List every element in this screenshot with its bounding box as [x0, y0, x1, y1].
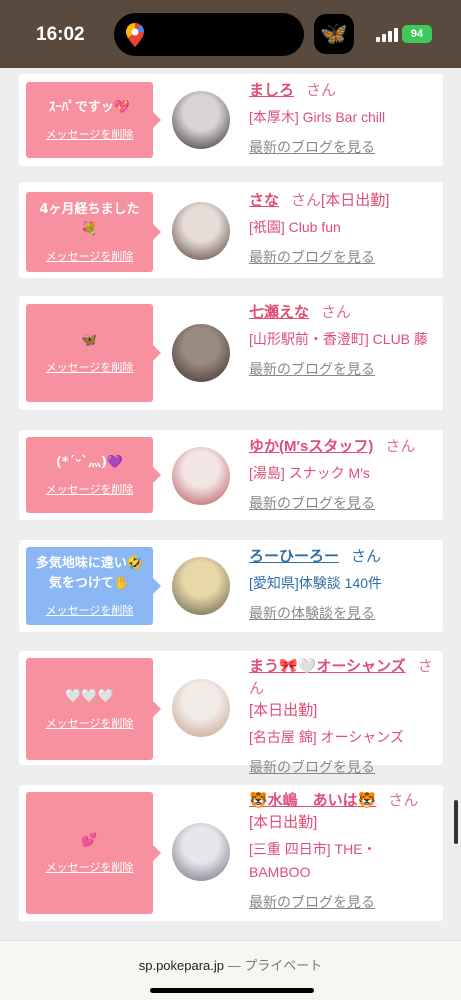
profile-info: さな さん[本日出勤] [祇園] Club fun 最新のブログを見る — [249, 190, 437, 267]
honorific: さん — [351, 548, 382, 565]
url-domain: sp.pokepara.jp — [138, 958, 225, 973]
attendance-badge: [本日出勤] — [249, 814, 318, 831]
profile-info: まう🎀🤍オーシャンズ さん [本日出勤] [名古屋 錦] オーシャンズ 最新のブログを見… — [249, 656, 437, 777]
avatar[interactable] — [172, 202, 230, 260]
profile-name-link[interactable]: ましろ — [249, 82, 294, 99]
avatar[interactable] — [172, 91, 230, 149]
message-card: ｽｰﾊﾟですッ💖 メッセージを削除 ましろ さん [本厚木] Girls Bar chi… — [19, 74, 443, 166]
name-line: 🐯水嶋 あいは🐯 さん [本日出勤] — [249, 790, 437, 834]
message-text: 4ヶ月経ちました💐 — [39, 202, 140, 237]
message-card: 4ヶ月経ちました💐 メッセージを削除 さな さん[本日出勤] [祇園] Club fun… — [19, 182, 443, 278]
profile-info: 七瀬えな さん [山形駅前・香澄町] CLUB 藤最新のブログを見る — [249, 302, 437, 379]
latest-blog-link[interactable]: 最新のブログを見る — [249, 359, 437, 379]
message-bubble: 🦋 メッセージを削除 — [26, 304, 161, 402]
message-bubble: 🤍🤍🤍 メッセージを削除 — [26, 658, 161, 760]
battery-level: 94 — [410, 28, 424, 40]
delete-message-link[interactable]: メッセージを削除 — [46, 248, 134, 264]
shop-link[interactable]: [名古屋 錦] オーシャンズ — [249, 726, 437, 749]
message-card: 💕 メッセージを削除 🐯水嶋 あいは🐯 さん [本日出勤] [三重 四日市] THE・BA… — [19, 785, 443, 921]
shop-link[interactable]: [愛知県]体験談 140件 — [249, 572, 437, 595]
latest-blog-link[interactable]: 最新のブログを見る — [249, 137, 437, 157]
message-bubble: (*ˊᵕˋ灬)💜 メッセージを削除 — [26, 437, 161, 513]
latest-review-link[interactable]: 最新の体験談を見る — [249, 603, 437, 623]
butterfly-app-icon[interactable]: 🦋 — [314, 14, 354, 54]
message-text: ｽｰﾊﾟですッ💖 — [48, 100, 131, 115]
private-label: — プライベート — [227, 958, 323, 973]
status-time: 16:02 — [36, 24, 85, 45]
delete-message-link[interactable]: メッセージを削除 — [46, 481, 134, 497]
message-bubble: 💕 メッセージを削除 — [26, 792, 161, 914]
maps-icon — [126, 23, 144, 47]
message-text: 🦋 — [81, 333, 98, 348]
message-text: 💕 — [81, 833, 98, 848]
shop-link[interactable]: [三重 四日市] THE・BAMBOO — [249, 838, 437, 884]
message-card: (*ˊᵕˋ灬)💜 メッセージを削除 ゆか(M'sスタッフ) さん [湯島] スナック M… — [19, 430, 443, 520]
message-bubble: 4ヶ月経ちました💐 メッセージを削除 — [26, 192, 161, 272]
name-line: ろーひーろー さん — [249, 546, 437, 568]
delete-message-link[interactable]: メッセージを削除 — [46, 359, 134, 375]
message-text: (*ˊᵕˋ灬)💜 — [55, 455, 124, 470]
message-bubble: ｽｰﾊﾟですッ💖 メッセージを削除 — [26, 82, 161, 158]
name-line: ましろ さん — [249, 80, 437, 102]
name-line: さな さん[本日出勤] — [249, 190, 437, 212]
avatar[interactable] — [172, 823, 230, 881]
honorific: さん — [291, 192, 322, 209]
home-indicator[interactable] — [150, 988, 314, 993]
delete-message-link[interactable]: メッセージを削除 — [46, 126, 134, 142]
name-line: 七瀬えな さん — [249, 302, 437, 324]
message-text: 多気地味に遠い🤣気をつけて✋ — [35, 556, 144, 591]
profile-name-link[interactable]: さな — [249, 192, 279, 209]
delete-message-link[interactable]: メッセージを削除 — [46, 859, 134, 875]
status-bar: 16:02 🦋 94 — [0, 0, 461, 68]
delete-message-link[interactable]: メッセージを削除 — [46, 602, 134, 618]
scroll-indicator[interactable] — [454, 800, 458, 844]
profile-name-link[interactable]: 🐯水嶋 あいは🐯 — [249, 792, 376, 809]
shop-link[interactable]: [湯島] スナック M's — [249, 462, 437, 485]
shop-link[interactable]: [山形駅前・香澄町] CLUB 藤 — [249, 328, 437, 351]
avatar[interactable] — [172, 557, 230, 615]
avatar[interactable] — [172, 447, 230, 505]
profile-info: ゆか(M'sスタッフ) さん [湯島] スナック M's 最新のブログを見る — [249, 436, 437, 513]
profile-info: ましろ さん [本厚木] Girls Bar chill 最新のブログを見る — [249, 80, 437, 157]
profile-info: 🐯水嶋 あいは🐯 さん [本日出勤] [三重 四日市] THE・BAMBOO 最新のブロ… — [249, 790, 437, 912]
delete-message-link[interactable]: メッセージを削除 — [46, 715, 134, 731]
dynamic-island[interactable] — [114, 13, 304, 56]
honorific: さん — [388, 792, 419, 809]
honorific: さん — [321, 304, 352, 321]
name-line: まう🎀🤍オーシャンズ さん [本日出勤] — [249, 656, 437, 722]
latest-blog-link[interactable]: 最新のブログを見る — [249, 247, 437, 267]
message-card: 多気地味に遠い🤣気をつけて✋ メッセージを削除 ろーひーろー さん [愛知県]体験談 1… — [19, 540, 443, 632]
shop-link[interactable]: [本厚木] Girls Bar chill — [249, 106, 437, 129]
attendance-badge: [本日出勤] — [249, 702, 318, 719]
url-bar[interactable]: sp.pokepara.jp — プライベート — [0, 940, 461, 1000]
url-text: sp.pokepara.jp — プライベート — [0, 955, 461, 974]
shop-link[interactable]: [祇園] Club fun — [249, 216, 437, 239]
honorific: さん — [385, 438, 416, 455]
profile-info: ろーひーろー さん [愛知県]体験談 140件 最新の体験談を見る — [249, 546, 437, 623]
message-card: 🤍🤍🤍 メッセージを削除 まう🎀🤍オーシャンズ さん [本日出勤] [名古屋 錦] オーシ… — [19, 651, 443, 775]
profile-name-link[interactable]: ろーひーろー — [249, 548, 339, 565]
avatar[interactable] — [172, 324, 230, 382]
honorific: さん — [306, 82, 337, 99]
latest-blog-link[interactable]: 最新のブログを見る — [249, 892, 437, 912]
latest-blog-link[interactable]: 最新のブログを見る — [249, 493, 437, 513]
profile-name-link[interactable]: 七瀬えな — [249, 304, 309, 321]
profile-name-link[interactable]: ゆか(M'sスタッフ) — [249, 438, 373, 455]
avatar[interactable] — [172, 679, 230, 737]
latest-blog-link[interactable]: 最新のブログを見る — [249, 757, 437, 777]
attendance-badge: [本日出勤] — [321, 192, 390, 209]
name-line: ゆか(M'sスタッフ) さん — [249, 436, 437, 458]
battery-icon: 94 — [402, 25, 432, 43]
signal-icon — [376, 28, 398, 42]
message-card: 🦋 メッセージを削除 七瀬えな さん [山形駅前・香澄町] CLUB 藤最新のブログを見… — [19, 296, 443, 410]
message-bubble: 多気地味に遠い🤣気をつけて✋ メッセージを削除 — [26, 547, 161, 625]
profile-name-link[interactable]: まう🎀🤍オーシャンズ — [249, 658, 406, 675]
message-text: 🤍🤍🤍 — [65, 689, 114, 704]
